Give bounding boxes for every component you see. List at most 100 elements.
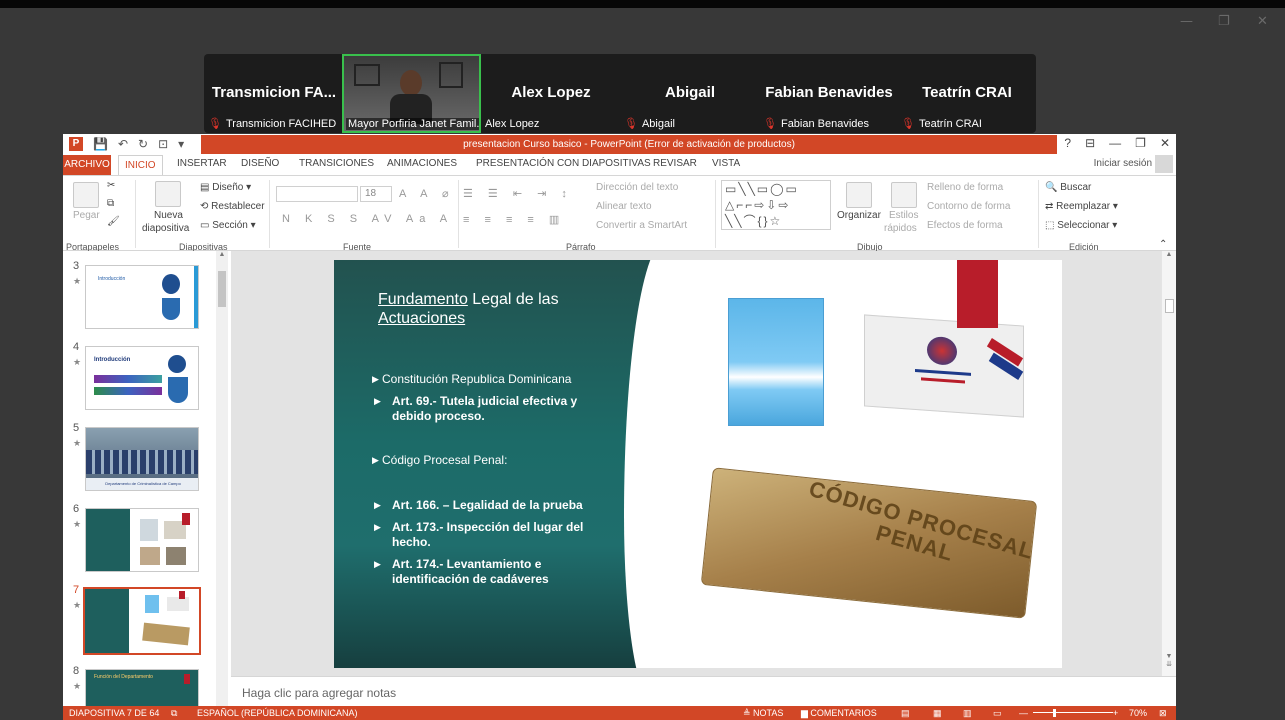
bullet-item-cont[interactable]: hecho. xyxy=(392,535,431,550)
slide-sorter-icon[interactable]: ▦ xyxy=(933,706,942,720)
slide-editor[interactable]: Fundamento Legal de las Actuaciones ▶ Co… xyxy=(231,251,1176,676)
scroll-up-icon[interactable]: ▲ xyxy=(1162,251,1176,258)
close-icon[interactable]: ✕ xyxy=(1257,14,1268,29)
constitution-book-image[interactable] xyxy=(864,314,1024,418)
font-format-buttons[interactable]: N K S S AV Aa A xyxy=(282,213,453,225)
help-icon[interactable]: ? xyxy=(1064,136,1071,150)
tab-inicio[interactable]: INICIO xyxy=(118,155,163,176)
next-slide-icon[interactable]: ▼ ⇊ xyxy=(1162,653,1176,668)
font-size-buttons[interactable]: A A ⌀ xyxy=(399,187,455,200)
slide-scrollbar[interactable]: ▲ ▼ ⇊ xyxy=(1161,251,1176,676)
participant-tile[interactable]: Fabian Benavides 🎙 Fabian Benavides xyxy=(759,54,899,133)
tab-transiciones[interactable]: TRANSICIONES xyxy=(299,158,374,169)
copy-icon[interactable]: ⧉ xyxy=(107,198,114,209)
save-icon[interactable]: 💾 xyxy=(93,137,108,151)
language-indicator[interactable]: ESPAÑOL (REPÚBLICA DOMINICANA) xyxy=(197,706,358,720)
bullet-item[interactable]: Art. 69.- Tutela judicial efectiva y xyxy=(392,394,577,409)
tab-insertar[interactable]: INSERTAR xyxy=(177,158,227,169)
new-slide-button[interactable]: Nueva xyxy=(154,210,183,221)
font-size-combo[interactable]: 18 xyxy=(360,186,392,202)
collapse-ribbon-icon[interactable]: ⌃ xyxy=(1159,239,1167,250)
tab-revisar[interactable]: REVISAR xyxy=(653,158,697,169)
quick-styles-icon[interactable] xyxy=(891,182,917,208)
bullet-item[interactable]: Art. 174.- Levantamiento e xyxy=(392,557,541,572)
zoom-slider[interactable] xyxy=(1033,712,1113,713)
slide-thumbnail[interactable]: Función del Departamento xyxy=(85,669,199,706)
slide-title[interactable]: Fundamento Legal de las Actuaciones xyxy=(378,290,559,328)
participant-tile[interactable]: Teatrín CRAI 🎙 Teatrín CRAI xyxy=(897,54,1037,133)
paste-button[interactable]: Pegar xyxy=(73,210,100,221)
undo-icon[interactable]: ↶ xyxy=(118,137,128,151)
slideshow-icon[interactable]: ▭ xyxy=(993,706,1002,720)
shapes-gallery[interactable]: ▭╲╲▭◯▭ △⌐⌐⇨⇩⇨ ╲╲⌒{}☆ xyxy=(721,180,831,230)
signin-link[interactable]: Iniciar sesión xyxy=(1094,158,1152,169)
tab-presentacion[interactable]: PRESENTACIÓN CON DIAPOSITIVAS xyxy=(476,158,651,169)
find-button[interactable]: 🔍 Buscar xyxy=(1045,182,1091,193)
new-slide-icon[interactable] xyxy=(155,181,181,207)
blue-booklet-image[interactable] xyxy=(728,298,824,426)
notes-button[interactable]: ≜ NOTAS xyxy=(743,706,783,720)
maximize-icon[interactable]: ❐ xyxy=(1135,136,1146,150)
cut-icon[interactable]: ✂ xyxy=(107,180,115,191)
tab-animaciones[interactable]: ANIMACIONES xyxy=(387,158,457,169)
section-button[interactable]: ▭ Sección ▾ xyxy=(200,220,256,231)
arrange-button[interactable]: Organizar xyxy=(837,210,881,221)
fit-slide-icon[interactable]: ⊠ xyxy=(1159,706,1167,720)
shape-fill-button[interactable]: Relleno de forma xyxy=(927,182,1003,193)
tab-vista[interactable]: VISTA xyxy=(712,158,740,169)
layout-button[interactable]: ▤ Diseño ▾ xyxy=(200,182,251,193)
current-slide[interactable]: Fundamento Legal de las Actuaciones ▶ Co… xyxy=(334,260,1062,668)
scroll-up-icon[interactable]: ▲ xyxy=(216,251,228,258)
shape-outline-button[interactable]: Contorno de forma xyxy=(927,201,1010,212)
align-text-button[interactable]: Alinear texto xyxy=(596,201,652,212)
slide-thumbnail[interactable] xyxy=(85,508,199,572)
restore-icon[interactable]: ❐ xyxy=(1218,14,1230,29)
scrollbar-thumb[interactable] xyxy=(1165,299,1174,313)
ribbon-display-icon[interactable]: ⊟ xyxy=(1085,136,1095,150)
participant-tile[interactable]: Abigail 🎙 Abigail xyxy=(620,54,760,133)
close-icon[interactable]: ✕ xyxy=(1160,136,1170,150)
slide-thumbnail[interactable]: Departamento de Criminalística de Campo xyxy=(85,427,199,491)
bullet-item[interactable]: Art. 173.- Inspección del lugar del xyxy=(392,520,583,535)
reset-button[interactable]: ⟲ Restablecer xyxy=(200,201,265,212)
participant-video-tile[interactable]: Mayor Porfiria Janet Famil... xyxy=(342,54,481,133)
alignment-buttons[interactable]: ≡ ≡ ≡ ≡ ▥ xyxy=(463,213,565,226)
slide-thumbnail-selected[interactable] xyxy=(83,587,201,655)
select-button[interactable]: ⬚ Seleccionar ▾ xyxy=(1045,220,1117,231)
tab-archivo[interactable]: ARCHIVO xyxy=(63,155,111,175)
bullet-item-cont[interactable]: identificación de cadáveres xyxy=(392,572,549,587)
avatar[interactable] xyxy=(1155,155,1173,173)
participant-tile[interactable]: Alex Lopez Alex Lopez xyxy=(481,54,621,133)
zoom-out-icon[interactable]: — xyxy=(1019,706,1028,720)
normal-view-icon[interactable]: ▤ xyxy=(901,706,910,720)
format-painter-icon[interactable]: 🖌 xyxy=(107,216,120,227)
font-name-combo[interactable] xyxy=(276,186,358,202)
bullet-heading[interactable]: Código Procesal Penal: xyxy=(382,453,507,468)
list-buttons[interactable]: ☰ ☰ ⇤ ⇥ ↕ xyxy=(463,187,573,200)
notes-pane[interactable]: Haga clic para agregar notas xyxy=(231,676,1176,706)
bullet-item[interactable]: Art. 166. – Legalidad de la prueba xyxy=(392,498,583,513)
customize-toolbar-icon[interactable]: ▾ xyxy=(178,137,184,151)
reading-view-icon[interactable]: ▥ xyxy=(963,706,972,720)
bullet-item-cont[interactable]: debido proceso. xyxy=(392,409,485,424)
zoom-slider-thumb[interactable] xyxy=(1053,709,1056,717)
minimize-icon[interactable]: — xyxy=(1180,14,1193,29)
smartart-button[interactable]: Convertir a SmartArt xyxy=(596,220,687,231)
zoom-in-icon[interactable]: + xyxy=(1113,706,1118,720)
start-presentation-icon[interactable]: ⊡ xyxy=(158,137,168,151)
replace-button[interactable]: ⇄ Reemplazar ▾ xyxy=(1045,201,1118,212)
paste-icon[interactable] xyxy=(73,182,99,208)
spellcheck-icon[interactable]: ⧉ xyxy=(171,706,177,720)
shape-effects-button[interactable]: Efectos de forma xyxy=(927,220,1003,231)
participant-tile[interactable]: Transmicion FA... 🎙 Transmicion FACIHED xyxy=(204,54,344,133)
slide-thumbnail[interactable]: Introducción xyxy=(85,265,199,329)
scrollbar-thumb[interactable] xyxy=(218,271,226,307)
minimize-icon[interactable]: — xyxy=(1109,136,1121,150)
comments-button[interactable]: ▆ COMENTARIOS xyxy=(801,706,877,720)
quick-styles-button[interactable]: Estilos xyxy=(889,210,918,221)
thumbnails-scrollbar[interactable]: ▲ xyxy=(216,251,228,706)
slide-thumbnail[interactable]: Introducción xyxy=(85,346,199,410)
text-direction-button[interactable]: Dirección del texto xyxy=(596,182,678,193)
redo-icon[interactable]: ↻ xyxy=(138,137,148,151)
arrange-icon[interactable] xyxy=(846,182,872,208)
